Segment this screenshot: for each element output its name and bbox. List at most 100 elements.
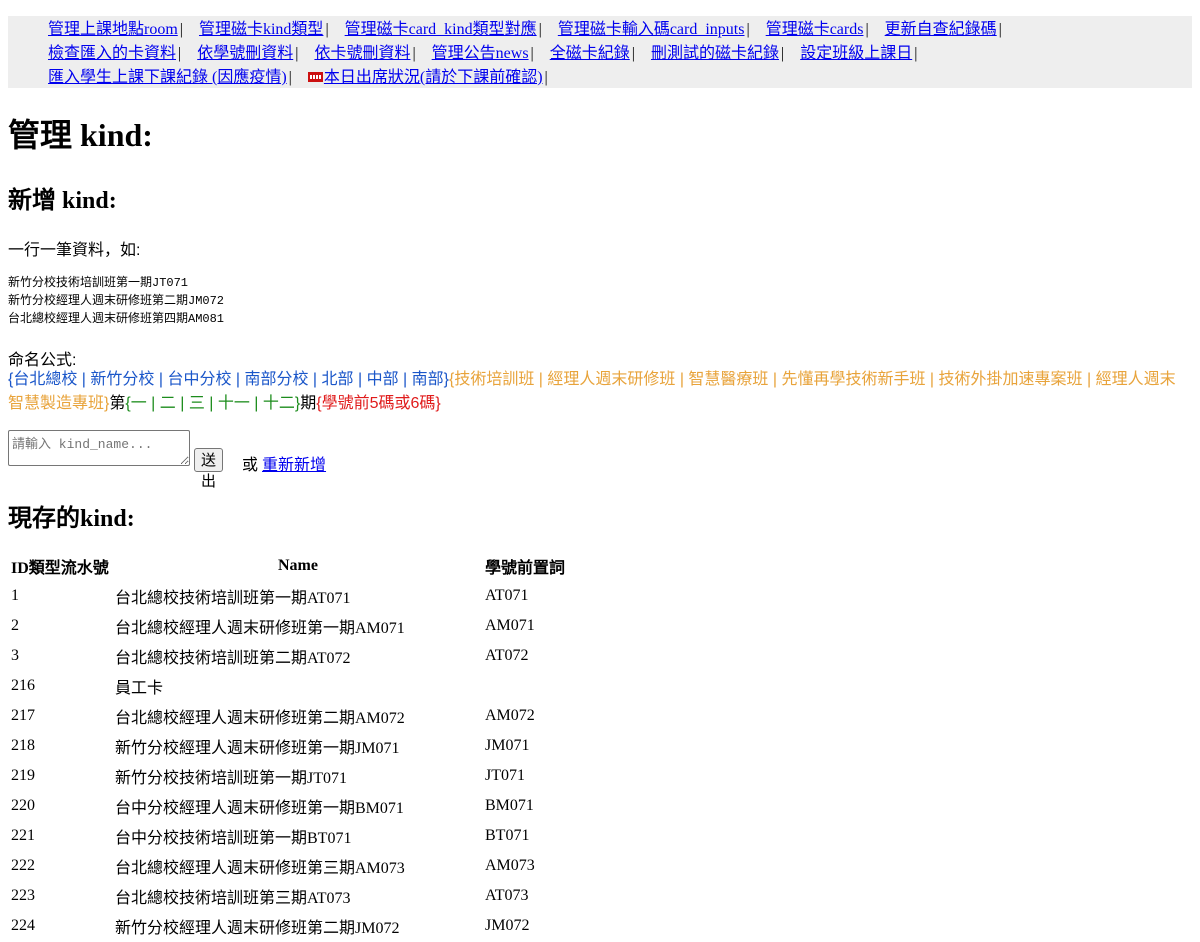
formula-qi: 期 (300, 395, 317, 412)
formula-label: 命名公式: (8, 352, 77, 369)
add-section-title: 新增 kind: (8, 188, 117, 214)
submit-button[interactable]: 送出 (194, 448, 224, 490)
nav-link-room[interactable]: 管理上課地點room (48, 21, 178, 38)
cell-name: 台北總校經理人週末研修班第一期AM071 (115, 620, 405, 637)
cell-id: 221 (11, 827, 35, 844)
cell-id: 1 (11, 587, 19, 604)
table-header-row: ID類型流水號 Name 學號前置詞 (10, 552, 606, 580)
table-row: 3 台北總校技術培訓班第二期AT072 AT072 (10, 642, 606, 670)
cell-id: 223 (11, 887, 35, 904)
example-line: 新竹分校技術培訓班第一期JT071 (8, 276, 189, 290)
cell-prefix: AM071 (485, 617, 535, 634)
table-row: 222 台北總校經理人週末研修班第三期AM073 AM073 (10, 852, 606, 880)
nav-link-kind[interactable]: 管理磁卡kind類型 (199, 21, 323, 38)
nav-separator: | (538, 21, 542, 38)
cell-prefix: AT072 (485, 647, 529, 664)
nav-link-check-import[interactable]: 檢查匯入的卡資料 (48, 45, 176, 62)
cell-prefix (484, 672, 606, 700)
formula-di: 第 (109, 395, 126, 412)
cell-id: 3 (11, 647, 19, 664)
table-row: 216 員工卡 (10, 672, 606, 700)
nav-separator: | (631, 45, 635, 62)
nav-separator: | (544, 69, 548, 86)
column-header-id: ID類型流水號 (11, 560, 109, 577)
cell-id: 217 (11, 707, 35, 724)
cell-prefix: JT071 (485, 767, 525, 784)
nav-link-cards[interactable]: 管理磁卡cards (766, 21, 864, 38)
cell-name: 台北總校技術培訓班第一期AT071 (115, 590, 351, 607)
table-body: 1 台北總校技術培訓班第一期AT071 AT071 2 台北總校經理人週末研修班第一期… (10, 582, 606, 940)
cell-prefix: AT073 (485, 887, 529, 904)
nav-link-import-attendance[interactable]: 匯入學生上課下課紀錄 (因應疫情) (48, 69, 287, 86)
table-row: 224 新竹分校經理人週末研修班第二期JM072 JM072 (10, 912, 606, 940)
top-navigation: 管理上課地點room | 管理磁卡kind類型 | 管理磁卡card_kind類型對… (8, 16, 1192, 88)
add-intro-text: 一行一筆資料，如: (8, 242, 141, 259)
nav-separator: | (746, 21, 750, 38)
nav-separator: | (998, 21, 1002, 38)
nav-link-class-days[interactable]: 設定班級上課日 (800, 45, 912, 62)
nav-link-today-attendance[interactable]: 本日出席狀況(請於下課前確認) (324, 69, 543, 86)
example-line: 台北總校經理人週末研修班第四期AM081 (8, 312, 225, 326)
kind-name-input[interactable] (8, 430, 190, 466)
nav-separator: | (914, 45, 918, 62)
cell-name: 台中分校經理人週末研修班第一期BM071 (115, 800, 404, 817)
formula-terms: {一 | 二 | 三 | 十一 | 十二} (125, 395, 301, 412)
cell-name: 新竹分校經理人週末研修班第二期JM072 (115, 920, 400, 937)
nav-link-delete-by-student-id[interactable]: 依學號刪資料 (197, 45, 293, 62)
cell-prefix: JM072 (485, 917, 530, 934)
nav-separator: | (178, 45, 182, 62)
cell-id: 222 (11, 857, 35, 874)
example-line: 新竹分校經理人週末研修班第二期JM072 (8, 294, 225, 308)
nav-link-card-kind[interactable]: 管理磁卡card_kind類型對應 (345, 21, 537, 38)
nav-separator: | (530, 45, 534, 62)
nav-separator: | (325, 21, 329, 38)
example-list: 新竹分校技術培訓班第一期JT071 新竹分校經理人週末研修班第二期JM072 台… (8, 274, 224, 328)
nav-separator: | (295, 45, 299, 62)
nav-separator: | (288, 69, 292, 86)
cell-name: 員工卡 (115, 680, 164, 697)
formula-locations: {台北總校 | 新竹分校 | 台中分校 | 南部分校 | 北部 | 中部 | 南… (8, 371, 449, 388)
nav-separator: | (179, 21, 183, 38)
or-text-container: 或重新新增 (242, 451, 326, 475)
table-row: 221 台中分校技術培訓班第一期BT071 BT071 (10, 822, 606, 850)
table-row: 223 台北總校技術培訓班第三期AT073 AT073 (10, 882, 606, 910)
cell-name: 新竹分校經理人週末研修班第一期JM071 (115, 740, 400, 757)
nav-link-delete-test-records[interactable]: 刪測試的磁卡紀錄 (651, 45, 779, 62)
cell-prefix: AT071 (485, 587, 529, 604)
nav-link-card-inputs[interactable]: 管理磁卡輸入碼card_inputs (558, 21, 745, 38)
cell-name: 台中分校技術培訓班第一期BT071 (115, 830, 352, 847)
existing-section-title: 現存的kind: (8, 506, 135, 532)
table-row: 220 台中分校經理人週末研修班第一期BM071 BM071 (10, 792, 606, 820)
cell-name: 台北總校技術培訓班第二期AT072 (115, 650, 351, 667)
new-badge-icon (307, 72, 323, 83)
cell-prefix: BM071 (485, 797, 534, 814)
nav-separator: | (780, 45, 785, 62)
nav-link-all-card-records[interactable]: 全磁卡紀錄 (550, 45, 630, 62)
cell-prefix: JM071 (485, 737, 530, 754)
or-text: 或 (242, 457, 259, 474)
column-header-prefix: 學號前置詞 (485, 560, 566, 577)
cell-prefix: AM073 (485, 857, 535, 874)
nav-link-update-check-code[interactable]: 更新自查紀錄碼 (885, 21, 997, 38)
formula-prefix: {學號前5碼或6碼} (316, 395, 441, 412)
nav-link-news[interactable]: 管理公告news (432, 45, 529, 62)
cell-id: 218 (11, 737, 35, 754)
table-row: 1 台北總校技術培訓班第一期AT071 AT071 (10, 582, 606, 610)
column-header-name: Name (278, 557, 318, 574)
reset-link[interactable]: 重新新增 (262, 457, 326, 474)
nav-link-delete-by-card-id[interactable]: 依卡號刪資料 (314, 45, 410, 62)
cell-id: 216 (11, 677, 35, 694)
table-row: 217 台北總校經理人週末研修班第二期AM072 AM072 (10, 702, 606, 730)
cell-id: 219 (11, 767, 35, 784)
table-row: 219 新竹分校技術培訓班第一期JT071 JT071 (10, 762, 606, 790)
nav-separator: | (412, 45, 416, 62)
cell-id: 2 (11, 617, 19, 634)
kinds-table: ID類型流水號 Name 學號前置詞 1 台北總校技術培訓班第一期AT071 AT0… (8, 550, 608, 942)
cell-name: 台北總校經理人週末研修班第三期AM073 (115, 860, 405, 877)
naming-formula: {台北總校 | 新竹分校 | 台中分校 | 南部分校 | 北部 | 中部 | 南… (8, 368, 1188, 416)
cell-name: 新竹分校技術培訓班第一期JT071 (115, 770, 348, 787)
cell-name: 台北總校技術培訓班第三期AT073 (115, 890, 351, 907)
cell-id: 220 (11, 797, 35, 814)
nav-separator: | (865, 21, 869, 38)
table-row: 218 新竹分校經理人週末研修班第一期JM071 JM071 (10, 732, 606, 760)
